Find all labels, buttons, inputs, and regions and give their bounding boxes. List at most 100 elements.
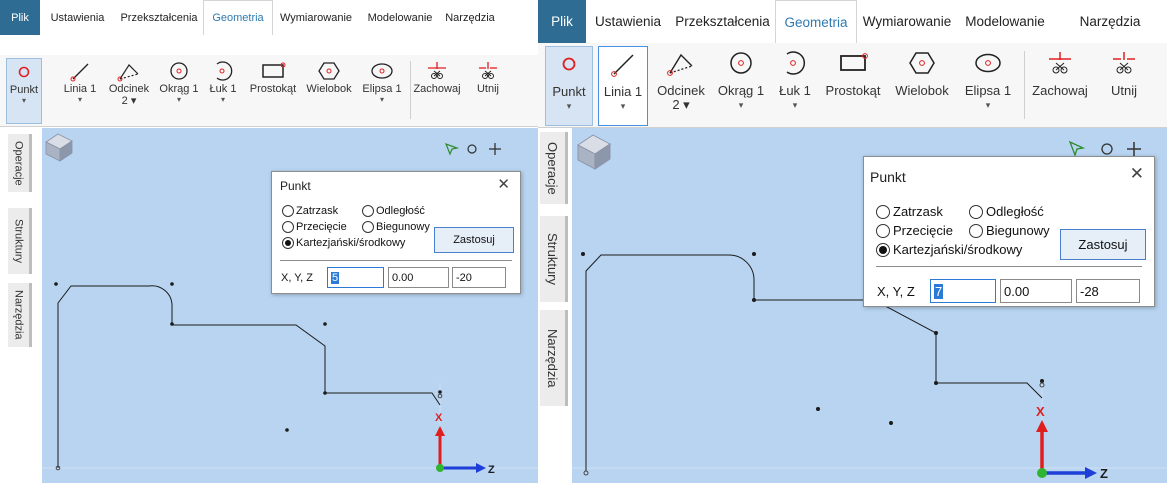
select-cursor-icon xyxy=(444,142,460,156)
tool-prostokat[interactable]: Prostokąt xyxy=(820,46,886,126)
tool-linia[interactable]: Linia 1 ▾ xyxy=(598,46,648,126)
tool-luk[interactable]: Łuk 1 ▾ xyxy=(775,46,815,126)
side-tab-narzedzia[interactable]: Narzędzia xyxy=(8,283,32,347)
ribbon-toolbar: Punkt ▾ Linia 1 ▾ Odcinek 2 ▾ Okrąg 1 ▾ … xyxy=(538,43,1167,128)
close-icon[interactable]: ✕ xyxy=(497,175,510,193)
tab-ustawienia[interactable]: Ustawienia xyxy=(586,0,670,43)
tool-label: Odcinek xyxy=(108,83,150,95)
tool-elipsa[interactable]: Elipsa 1 ▾ xyxy=(359,58,405,124)
tab-wymiarowanie[interactable]: Wymiarowanie xyxy=(857,0,957,43)
polygon-icon xyxy=(318,62,340,80)
tab-przeksztalcenia[interactable]: Przekształcenia xyxy=(115,0,203,35)
x-field[interactable]: 5 xyxy=(327,267,384,288)
point-icon xyxy=(18,66,30,78)
tool-label: Okrąg 1 xyxy=(159,83,199,95)
view-cube-icon xyxy=(577,134,611,170)
tab-modelowanie[interactable]: Modelowanie xyxy=(957,0,1053,43)
rotate-icon xyxy=(1101,143,1113,155)
tool-zachowaj[interactable]: Zachowaj xyxy=(1028,46,1092,126)
tool-utnij[interactable]: Utnij xyxy=(1096,46,1152,126)
z-field[interactable]: -28 xyxy=(1076,279,1140,303)
grid-lines xyxy=(42,383,540,469)
side-tab-struktury[interactable]: Struktury xyxy=(8,208,32,274)
point-icon xyxy=(562,57,576,71)
tab-plik[interactable]: Plik xyxy=(0,0,40,35)
tool-elipsa[interactable]: Elipsa 1 ▾ xyxy=(958,46,1018,126)
tool-utnij[interactable]: Utnij xyxy=(466,58,510,124)
circle-icon xyxy=(170,62,188,80)
tab-ustawienia[interactable]: Ustawienia xyxy=(40,0,115,35)
arc-icon xyxy=(786,51,806,75)
radio-biegunowy[interactable]: Biegunowy xyxy=(969,223,1050,238)
trim-cut-icon xyxy=(479,62,497,79)
line-icon xyxy=(611,54,634,77)
tool-label: Zachowaj xyxy=(413,83,461,95)
tool-punkt[interactable]: Punkt ▾ xyxy=(545,46,593,126)
radio-przeciecie[interactable]: Przecięcie xyxy=(282,221,347,233)
tool-odcinek[interactable]: Odcinek 2 ▾ xyxy=(107,58,151,124)
tab-plik[interactable]: Plik xyxy=(538,0,586,43)
tool-label: Linia 1 xyxy=(603,84,643,99)
close-icon[interactable]: ✕ xyxy=(1130,164,1144,184)
tool-label: Okrąg 1 xyxy=(717,83,765,98)
radio-biegunowy[interactable]: Biegunowy xyxy=(362,221,430,233)
ribbon-toolbar: Punkt ▾ Linia 1 ▾ Odcinek 2 ▾ Okrąg 1 ▾ … xyxy=(0,55,540,127)
chevron-down-icon: ▾ xyxy=(220,94,225,104)
side-tab-struktury[interactable]: Struktury xyxy=(540,216,568,302)
tool-luk[interactable]: Łuk 1 ▾ xyxy=(206,58,240,124)
radio-zatrzask[interactable]: Zatrzask xyxy=(282,205,338,217)
tool-zachowaj[interactable]: Zachowaj xyxy=(413,58,461,124)
tool-okrag[interactable]: Okrąg 1 ▾ xyxy=(157,58,201,124)
tool-punkt[interactable]: Punkt ▾ xyxy=(6,58,42,124)
ribbon-separator xyxy=(1024,51,1025,119)
side-tab-narzedzia[interactable]: Narzędzia xyxy=(540,310,568,406)
side-tab-operacje[interactable]: Operacje xyxy=(8,134,32,192)
z-field[interactable]: -20 xyxy=(452,267,506,288)
apply-button[interactable]: Zastosuj xyxy=(1060,229,1146,260)
grid-lines xyxy=(572,383,1167,469)
tool-label: Linia 1 xyxy=(63,83,97,95)
side-tab-operacje[interactable]: Operacje xyxy=(540,132,568,204)
tool-okrag[interactable]: Okrąg 1 ▾ xyxy=(714,46,768,126)
view-controls[interactable] xyxy=(1068,140,1141,157)
y-field[interactable]: 0.00 xyxy=(388,267,449,288)
chevron-down-icon: ▾ xyxy=(738,99,744,110)
tab-narzedzia[interactable]: Narzędzia xyxy=(441,0,499,35)
chevron-down-icon: ▾ xyxy=(77,94,82,104)
view-controls[interactable] xyxy=(444,142,501,156)
polygon-icon xyxy=(909,52,935,74)
tool-prostokat[interactable]: Prostokąt xyxy=(246,58,300,124)
arc-icon xyxy=(216,61,233,81)
radio-przeciecie[interactable]: Przecięcie xyxy=(876,223,953,238)
radio-zatrzask[interactable]: Zatrzask xyxy=(876,204,943,219)
tab-geometria[interactable]: Geometria xyxy=(203,0,273,35)
radio-odleglosc[interactable]: Odległość xyxy=(362,205,425,217)
x-field[interactable]: 7 xyxy=(930,279,996,303)
point-dialog: Punkt ✕ Zatrzask Odległość Przecięcie Bi… xyxy=(863,156,1155,307)
tool-linia[interactable]: Linia 1 ▾ xyxy=(60,58,100,124)
chevron-down-icon: ▾ xyxy=(792,99,798,110)
tool-label: Elipsa 1 xyxy=(362,83,402,95)
tab-geometria[interactable]: Geometria xyxy=(775,0,857,43)
chevron-down-icon: ▾ xyxy=(176,94,181,104)
tool-wielobok[interactable]: Wielobok xyxy=(304,58,354,124)
radio-kartezjanski[interactable]: Kartezjański/środkowy xyxy=(876,242,1022,257)
radio-odleglosc[interactable]: Odległość xyxy=(969,204,1044,219)
y-field[interactable]: 0.00 xyxy=(1000,279,1072,303)
tab-przeksztalcenia[interactable]: Przekształcenia xyxy=(670,0,775,43)
tool-odcinek[interactable]: Odcinek 2 ▾ xyxy=(654,46,708,126)
tool-label: Elipsa 1 xyxy=(964,83,1012,98)
tool-wielobok[interactable]: Wielobok xyxy=(890,46,954,126)
tool-label-2: 2 ▾ xyxy=(672,96,690,112)
axis-x-label: X xyxy=(435,412,443,424)
radio-kartezjanski[interactable]: Kartezjański/środkowy xyxy=(282,237,405,249)
tool-label: Punkt xyxy=(9,84,39,96)
ribbon-separator xyxy=(410,61,411,119)
tab-modelowanie[interactable]: Modelowanie xyxy=(359,0,441,35)
rectangle-icon xyxy=(840,53,868,71)
point-markers xyxy=(55,393,443,471)
trim-keep-icon xyxy=(428,62,446,79)
tab-wymiarowanie[interactable]: Wymiarowanie xyxy=(273,0,359,35)
tab-narzedzia[interactable]: Narzędzia xyxy=(1053,0,1167,43)
apply-button[interactable]: Zastosuj xyxy=(434,227,514,253)
